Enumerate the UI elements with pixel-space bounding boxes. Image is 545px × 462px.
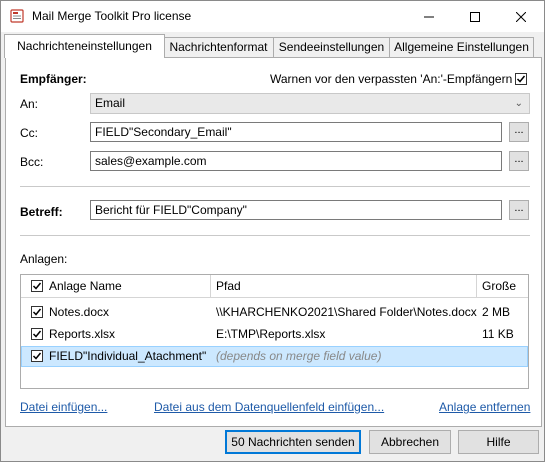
checkmark-icon <box>32 282 42 290</box>
app-icon <box>10 9 24 23</box>
attachments-table: Anlage Name Pfad Große Notes.docx \\KHAR… <box>20 274 529 389</box>
close-icon <box>516 11 526 22</box>
warn-missing-to-checkbox[interactable] <box>515 73 527 85</box>
bcc-field[interactable]: sales@example.com <box>90 151 502 171</box>
insert-file-link[interactable]: Datei einfügen... <box>20 400 107 414</box>
bcc-label: Bcc: <box>20 155 44 169</box>
to-select[interactable]: Email ⌄ <box>90 93 530 114</box>
row-checkbox[interactable] <box>31 328 43 340</box>
separator <box>20 235 530 236</box>
table-header: Anlage Name Pfad Große <box>21 275 528 298</box>
column-header-size[interactable]: Große <box>482 275 516 297</box>
attachment-path: E:\TMP\Reports.xlsx <box>216 327 326 341</box>
to-select-value: Email <box>95 96 126 110</box>
cancel-button[interactable]: Abbrechen <box>369 430 451 454</box>
checkmark-icon <box>516 75 526 83</box>
cc-label: Cc: <box>20 126 38 140</box>
title-bar: Mail Merge Toolkit Pro license <box>1 1 544 32</box>
tab-strip: Nachrichteneinstellungen Nachrichtenform… <box>4 34 541 58</box>
subject-field[interactable]: Bericht für FIELD"Company" <box>90 200 502 220</box>
select-all-checkbox[interactable] <box>31 280 43 292</box>
warn-missing-to-label: Warnen vor den verpassten 'An:'-Empfänge… <box>270 72 513 86</box>
maximize-button[interactable] <box>452 1 498 32</box>
checkmark-icon <box>32 330 42 338</box>
column-header-path[interactable]: Pfad <box>216 275 241 297</box>
table-row[interactable]: Notes.docx \\KHARCHENKO2021\Shared Folde… <box>21 302 528 323</box>
column-divider[interactable] <box>210 275 211 297</box>
window-title: Mail Merge Toolkit Pro license <box>32 9 192 23</box>
attachment-path: (depends on merge field value) <box>216 349 382 363</box>
bcc-browse-button[interactable]: ... <box>509 151 529 171</box>
column-divider[interactable] <box>476 275 477 297</box>
cc-browse-button[interactable]: ... <box>509 122 529 142</box>
recipients-section-label: Empfänger: <box>20 72 87 86</box>
checkmark-icon <box>32 352 42 360</box>
column-header-name[interactable]: Anlage Name <box>49 275 122 297</box>
tab-nachrichtenformat[interactable]: Nachrichtenformat <box>163 37 274 57</box>
attachment-size: 11 KB <box>482 327 514 341</box>
tab-allgemeine-einstellungen[interactable]: Allgemeine Einstellungen <box>389 37 534 57</box>
settings-panel: Empfänger: Warnen vor den verpassten 'An… <box>5 57 542 427</box>
insert-from-field-link[interactable]: Datei aus dem Datenquellenfeld einfügen.… <box>154 400 384 414</box>
attachments-section-label: Anlagen: <box>20 252 68 266</box>
tab-nachrichteneinstellungen[interactable]: Nachrichteneinstellungen <box>4 34 165 58</box>
row-checkbox[interactable] <box>31 350 43 362</box>
minimize-button[interactable] <box>406 1 452 32</box>
cc-field[interactable]: FIELD"Secondary_Email" <box>90 122 502 142</box>
tab-sendeeinstellungen[interactable]: Sendeeinstellungen <box>273 37 390 57</box>
attachment-name: Reports.xlsx <box>49 327 116 341</box>
chevron-down-icon: ⌄ <box>514 98 523 109</box>
separator <box>20 186 530 187</box>
table-row[interactable]: FIELD"Individual_Atachment" (depends on … <box>21 346 528 367</box>
dialog-window: Mail Merge Toolkit Pro license Nachricht… <box>0 0 545 462</box>
attachment-name: FIELD"Individual_Atachment" <box>49 349 207 363</box>
attachment-path: \\KHARCHENKO2021\Shared Folder\Notes.doc… <box>216 305 477 319</box>
subject-label: Betreff: <box>20 205 63 219</box>
send-button[interactable]: 50 Nachrichten senden <box>225 430 361 454</box>
table-row[interactable]: Reports.xlsx E:\TMP\Reports.xlsx 11 KB <box>21 324 528 345</box>
to-label: An: <box>20 97 39 111</box>
close-button[interactable] <box>498 1 544 32</box>
subject-browse-button[interactable]: ... <box>509 200 529 220</box>
help-button[interactable]: Hilfe <box>458 430 539 454</box>
remove-attachment-link[interactable]: Anlage entfernen <box>439 400 530 414</box>
attachment-name: Notes.docx <box>49 305 110 319</box>
attachment-size: 2 MB <box>482 305 511 319</box>
checkmark-icon <box>32 308 42 316</box>
row-checkbox[interactable] <box>31 306 43 318</box>
